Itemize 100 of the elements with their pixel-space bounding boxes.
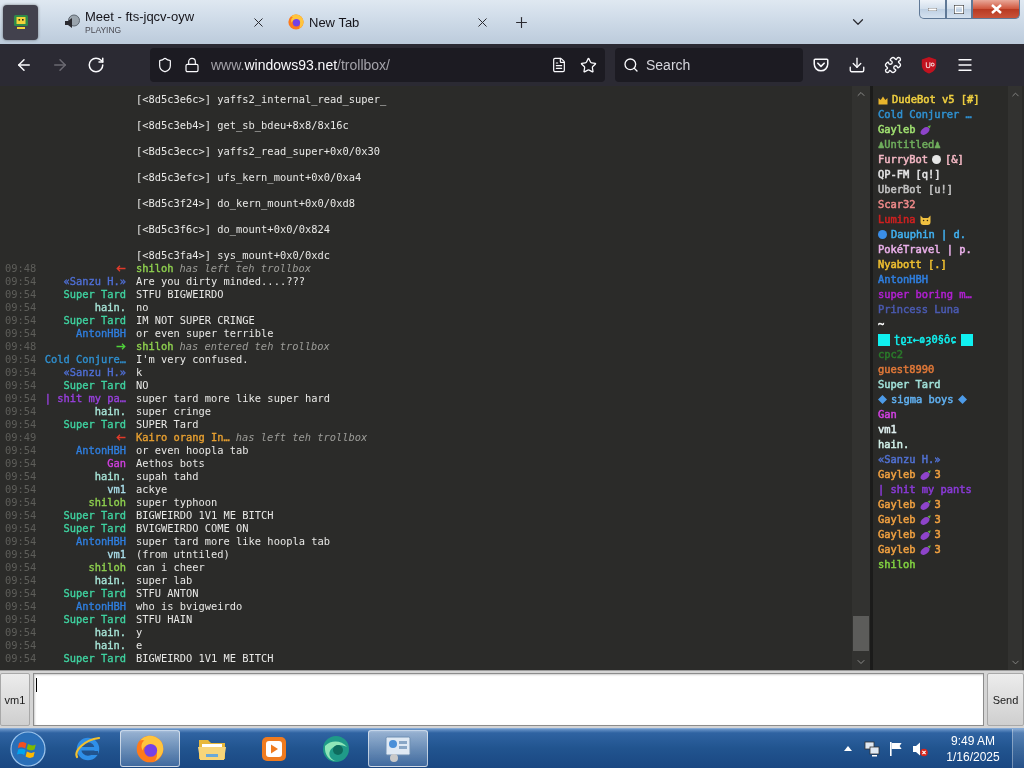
shield-icon [157, 57, 173, 73]
cat-face-icon [919, 214, 931, 225]
gauge-panel-icon [383, 734, 413, 763]
document-icon[interactable] [551, 57, 567, 73]
browser-logo-icon [136, 734, 164, 763]
chat-message: ackye [136, 483, 168, 496]
user-name: vm1 [878, 422, 897, 437]
chat-message: super tard more like super hard [136, 392, 330, 405]
message-input[interactable] [33, 673, 984, 726]
nickname-button[interactable]: vm1 [0, 673, 30, 726]
user-name: Super Tard [63, 288, 126, 301]
search-field[interactable]: Search [615, 48, 803, 82]
user-name: ♟Untitled♟ [878, 137, 941, 152]
arrow-right-icon [51, 56, 69, 74]
code-line: [<8d5c3e6c>] yaffs2_internal_read_super_ [136, 93, 387, 106]
user-name: AntonHBH [75, 444, 126, 457]
chat-message: Are you dirty minded....??? [136, 275, 305, 288]
user-name: Gan [878, 407, 897, 422]
browser-tab[interactable]: New Tab [282, 4, 497, 40]
minimize-icon [928, 7, 937, 11]
user-name: Super Tard [878, 377, 941, 392]
search-icon [623, 57, 639, 73]
show-desktop-button[interactable] [1012, 728, 1024, 768]
clock-time: 9:49 AM [951, 732, 995, 749]
chat-message: or even super terrible [136, 327, 274, 340]
chat-message: supah tahd [136, 470, 199, 483]
user-name: vm1 [107, 483, 126, 496]
menu-icon [956, 56, 974, 74]
pinned-tab[interactable] [3, 4, 38, 40]
browser-tab[interactable]: Meet - fts-jqcv-oyw PLAYING [58, 4, 273, 40]
speaker-globe-icon [64, 14, 80, 30]
maximize-icon [954, 4, 964, 14]
close-window-button[interactable] [972, 0, 1020, 19]
chat-message: BIGWEIRDO 1V1 ME BITCH [136, 652, 274, 665]
event-text: has left teh trollbox [179, 262, 311, 275]
crown-icon [878, 94, 888, 105]
maximize-button[interactable] [946, 0, 972, 19]
user-name: shiloh [878, 557, 916, 572]
user-name: hain. [94, 574, 126, 587]
user-name: Gayleb [878, 512, 916, 527]
user-name: Gayleb [878, 542, 916, 557]
chat-message: who is bvigweirdo [136, 600, 243, 613]
user-name: hain. [94, 405, 126, 418]
user-name: Cold Conjure… [44, 353, 126, 366]
user-suffix: 3 [934, 542, 941, 557]
computer-face-icon [12, 14, 29, 30]
user-name: vm1 [107, 548, 126, 561]
eggplant-icon [919, 529, 931, 540]
send-button[interactable]: Send [987, 673, 1024, 726]
user-name: DudeBot v5 [#] [892, 92, 980, 107]
diamond-icon [878, 395, 887, 404]
user-name: PokéTravel | p. [878, 242, 972, 257]
eggplant-icon [919, 514, 931, 525]
diamond-icon [957, 395, 967, 404]
volume-muted-icon [912, 740, 928, 757]
address-field[interactable]: www.windows93.net/trollbox/ [150, 48, 605, 82]
code-line: [<Bd5c3f6c>] do_mount+0x0/0x824 [136, 223, 330, 236]
user-name: Super Tard [63, 314, 126, 327]
scrollbar-thumb[interactable] [853, 616, 869, 651]
sphere-icon [321, 733, 351, 764]
download-icon [848, 56, 866, 74]
eggplant-icon [919, 124, 931, 135]
user-suffix: 3 [934, 497, 941, 512]
user-name: AntonHBH [75, 600, 126, 613]
arrow-left-icon [116, 265, 126, 272]
code-line: [<Bd5c3f24>] do_kern_mount+0x0/0xd8 [136, 197, 355, 210]
chat-message: y [136, 626, 143, 639]
taskbar-button[interactable] [368, 730, 428, 767]
user-name: hain. [94, 639, 126, 652]
user-name: Kairo orang In… [136, 431, 230, 444]
user-name: hain. [94, 301, 126, 314]
dot-icon [878, 230, 887, 239]
chat-message: super tard more like hoopla tab [136, 535, 330, 548]
star-icon[interactable] [580, 56, 597, 74]
user-name: AntonHBH [75, 535, 126, 548]
user-name: Super Tard [63, 379, 126, 392]
user-name: FurryBot [878, 152, 929, 167]
text-cursor-icon [36, 678, 37, 692]
taskbar-button[interactable] [120, 730, 180, 767]
close-icon [990, 4, 1002, 14]
eggplant-icon [919, 499, 931, 510]
browser-logo-icon [288, 14, 304, 30]
chat-message: I'm very confused. [136, 353, 249, 366]
block-icon [878, 333, 890, 346]
eggplant-icon [919, 469, 931, 480]
chat-message: e [136, 639, 143, 652]
chat-message: BVIGWEIRDO COME ON [136, 522, 249, 535]
chat-message: super lab [136, 574, 193, 587]
user-name: hain. [94, 470, 126, 483]
code-line: [<Bd5c3ecc>] yaffs2_read_super+0x0/0x30 [136, 145, 380, 158]
user-name: Princess Luna [878, 302, 960, 317]
user-name: Gan [107, 457, 126, 470]
user-name: Cold Conjurer … [878, 107, 972, 122]
chat-message: IM NOT SUPER CRINGE [136, 314, 255, 327]
minimize-button[interactable] [919, 0, 946, 19]
user-name: Nyabott [.] [878, 257, 947, 272]
shield-badge-icon [920, 56, 938, 74]
e-orbit-icon [74, 734, 102, 763]
user-name: Gayleb [878, 467, 916, 482]
chat-message: STFU BIGWEIRDO [136, 288, 224, 301]
